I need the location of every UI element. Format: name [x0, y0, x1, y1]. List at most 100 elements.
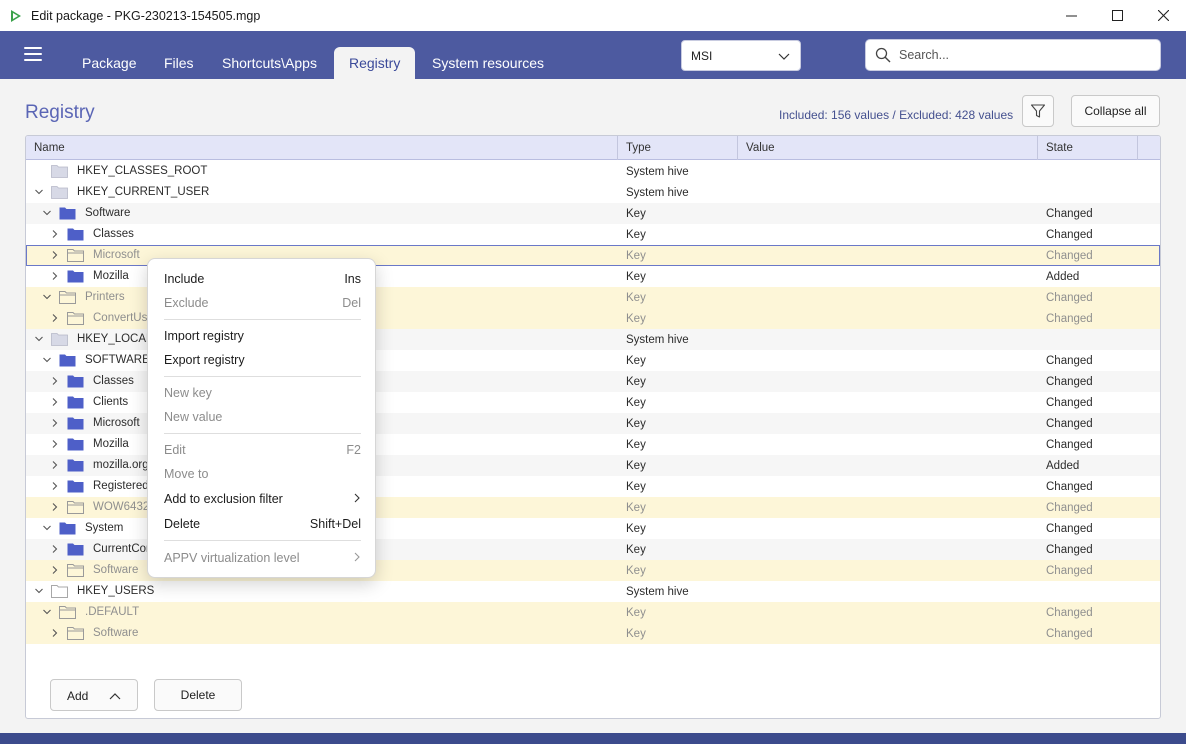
- table-row[interactable]: HKEY_CLASSES_ROOT System hive: [26, 161, 1160, 182]
- table-row[interactable]: HKEY_USERS System hive: [26, 581, 1160, 602]
- column-header-state[interactable]: State: [1038, 136, 1138, 160]
- menu-item-delete[interactable]: Delete Shift+Del: [164, 514, 361, 534]
- folder-icon: [67, 500, 84, 514]
- row-type: Key: [626, 439, 646, 451]
- row-name: Printers: [85, 291, 125, 303]
- search-box[interactable]: [865, 39, 1161, 71]
- delete-button[interactable]: Delete: [154, 679, 242, 711]
- folder-icon: [67, 269, 84, 283]
- chevron-right-icon[interactable]: [50, 250, 60, 260]
- menu-item-add-to-exclusion-filter[interactable]: Add to exclusion filter: [164, 489, 361, 509]
- row-name: Microsoft: [93, 249, 140, 261]
- tab-system-resources[interactable]: System resources: [417, 47, 559, 79]
- chevron-right-icon[interactable]: [50, 271, 60, 281]
- table-row[interactable]: Software Key Changed: [26, 203, 1160, 224]
- row-type: Key: [626, 565, 646, 577]
- menu-item-label: Edit: [164, 443, 186, 457]
- row-type: Key: [626, 229, 646, 241]
- row-state: Changed: [1046, 418, 1093, 430]
- chevron-right-icon[interactable]: [50, 481, 60, 491]
- menu-item-shortcut: Del: [342, 296, 361, 310]
- menu-separator: [164, 319, 361, 320]
- search-input[interactable]: [899, 48, 1139, 62]
- chevron-right-icon: [353, 551, 361, 565]
- menu-item-move-to[interactable]: Move to: [164, 464, 361, 484]
- folder-icon: [59, 353, 76, 367]
- collapse-all-button[interactable]: Collapse all: [1071, 95, 1160, 127]
- menu-item-appv-virtualization-level[interactable]: APPV virtualization level: [164, 548, 361, 568]
- row-name: WOW6432: [93, 501, 150, 513]
- chevron-right-icon[interactable]: [50, 565, 60, 575]
- menu-item-new-value[interactable]: New value: [164, 407, 361, 427]
- row-type: System hive: [626, 166, 689, 178]
- row-type: Key: [626, 607, 646, 619]
- folder-icon: [59, 605, 76, 619]
- tab-registry[interactable]: Registry: [334, 47, 416, 79]
- table-row[interactable]: Software Key Changed: [26, 623, 1160, 644]
- chevron-down-icon[interactable]: [34, 334, 44, 344]
- row-type: Key: [626, 355, 646, 367]
- menu-item-include[interactable]: Include Ins: [164, 269, 361, 289]
- menu-item-edit[interactable]: Edit F2: [164, 440, 361, 460]
- table-row[interactable]: Classes Key Changed: [26, 224, 1160, 245]
- table-row[interactable]: .DEFAULT Key Changed: [26, 602, 1160, 623]
- maximize-button[interactable]: [1094, 0, 1140, 31]
- filter-button[interactable]: [1022, 95, 1054, 127]
- row-name: Registered/: [93, 480, 152, 492]
- column-header-type[interactable]: Type: [618, 136, 738, 160]
- chevron-right-icon[interactable]: [50, 229, 60, 239]
- row-name: ConvertUse: [93, 312, 154, 324]
- chevron-down-icon[interactable]: [34, 586, 44, 596]
- menu-item-label: Move to: [164, 467, 209, 481]
- chevron-down-icon[interactable]: [42, 292, 52, 302]
- folder-icon: [67, 227, 84, 241]
- folder-icon: [51, 584, 68, 598]
- chevron-right-icon[interactable]: [50, 628, 60, 638]
- menu-item-export-registry[interactable]: Export registry: [164, 350, 361, 370]
- chevron-down-icon[interactable]: [34, 187, 44, 197]
- chevron-right-icon[interactable]: [50, 313, 60, 323]
- context-menu: Include Ins Exclude Del Import registry Expor…: [147, 258, 376, 578]
- menu-item-label: Delete: [164, 517, 201, 531]
- chevron-right-icon[interactable]: [50, 376, 60, 386]
- chevron-right-icon[interactable]: [50, 397, 60, 407]
- menu-item-new-key[interactable]: New key: [164, 383, 361, 403]
- chevron-right-icon[interactable]: [50, 460, 60, 470]
- tab-files[interactable]: Files: [149, 47, 209, 79]
- menu-item-shortcut: F2: [346, 443, 361, 457]
- tab-shortcuts-apps[interactable]: Shortcuts\Apps: [207, 47, 332, 79]
- row-type: Key: [626, 376, 646, 388]
- include-exclude-summary: Included: 156 values / Excluded: 428 val…: [779, 108, 1014, 122]
- chevron-right-icon[interactable]: [50, 502, 60, 512]
- minimize-button[interactable]: [1048, 0, 1094, 31]
- tab-package[interactable]: Package: [67, 47, 151, 79]
- package-type-value: MSI: [691, 48, 713, 63]
- chevron-down-icon[interactable]: [42, 607, 52, 617]
- column-header-value[interactable]: Value: [738, 136, 1038, 160]
- close-button[interactable]: [1140, 0, 1186, 31]
- menu-item-label: New key: [164, 386, 212, 400]
- row-state: Changed: [1046, 292, 1093, 304]
- row-type: Key: [626, 544, 646, 556]
- menu-item-label: Export registry: [164, 353, 245, 367]
- hamburger-menu-icon[interactable]: [24, 47, 42, 61]
- row-name: mozilla.org: [93, 459, 149, 471]
- chevron-right-icon[interactable]: [50, 544, 60, 554]
- add-button[interactable]: Add: [50, 679, 138, 711]
- chevron-down-icon[interactable]: [42, 355, 52, 365]
- chevron-down-icon[interactable]: [42, 523, 52, 533]
- menu-item-shortcut: Ins: [344, 272, 361, 286]
- row-state: Changed: [1046, 313, 1093, 325]
- menu-item-import-registry[interactable]: Import registry: [164, 326, 361, 346]
- row-name: Mozilla: [93, 270, 129, 282]
- table-header: Name Type Value State: [26, 136, 1160, 160]
- menu-item-exclude[interactable]: Exclude Del: [164, 293, 361, 313]
- table-row[interactable]: HKEY_CURRENT_USER System hive: [26, 182, 1160, 203]
- column-header-name[interactable]: Name: [26, 136, 618, 160]
- chevron-down-icon[interactable]: [42, 208, 52, 218]
- chevron-right-icon[interactable]: [50, 439, 60, 449]
- package-type-select[interactable]: MSI: [681, 40, 801, 71]
- row-name: HKEY_CLASSES_ROOT: [77, 165, 208, 177]
- chevron-right-icon[interactable]: [50, 418, 60, 428]
- row-state: Changed: [1046, 628, 1093, 640]
